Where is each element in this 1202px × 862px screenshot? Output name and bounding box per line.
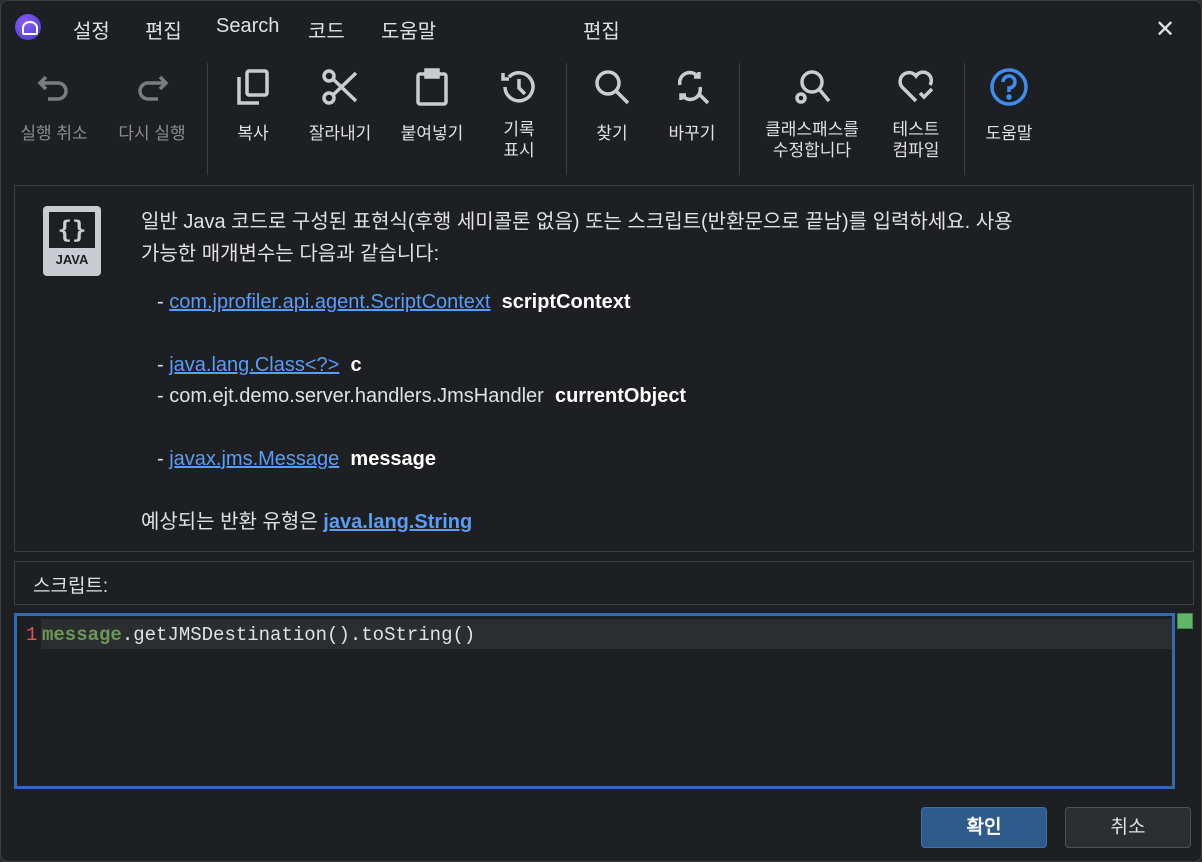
toolbar-separator [739,63,740,175]
ok-button[interactable]: 확인 [921,807,1047,848]
cut-button[interactable]: 잘라내기 [290,63,390,144]
help-button[interactable]: 도움말 [959,63,1059,144]
code-line[interactable]: message.getJMSDestination().toString() [42,624,475,646]
script-editor[interactable]: 1 message.getJMSDestination().toString() [14,613,1175,789]
paste-button[interactable]: 붙여넣기 [382,63,482,144]
redo-icon [138,75,169,101]
param-row: - java.lang.Class<?> c [157,354,362,376]
app-logo-icon [15,14,41,40]
edit-dialog: 설정 편집 Search 코드 도움말 편집 ✕ 실행 취소 다시 실행 복사 … [0,0,1202,862]
clipboard-icon [416,68,448,106]
redo-label: 다시 실행 [118,124,186,143]
param-type-link[interactable]: java.lang.Class<?> [169,354,339,376]
replace-icon [677,70,710,105]
scissors-icon [322,69,358,105]
menu-edit[interactable]: 편집 [145,15,182,44]
return-type-link[interactable]: java.lang.String [323,511,472,533]
intro-text-2: 가능한 매개변수는 다음과 같습니다: [141,243,440,265]
heart-check-icon [898,70,934,103]
menu-search[interactable]: Search [216,15,279,38]
menu-settings[interactable]: 설정 [73,15,110,44]
param-row: - javax.jms.Message message [157,448,437,470]
redo-button[interactable]: 다시 실행 [102,63,202,144]
cut-label: 잘라내기 [308,124,372,143]
copy-button[interactable]: 복사 [203,63,303,144]
history-label-1: 기록 [503,120,535,139]
replace-button[interactable]: 바꾸기 [642,63,742,144]
close-icon[interactable]: ✕ [1155,15,1175,44]
undo-button[interactable]: 실행 취소 [4,63,104,144]
script-label: 스크립트: [33,576,109,597]
classpath-label-1: 클래스패스를 [765,120,859,139]
history-button[interactable]: 기록표시 [469,63,569,161]
help-icon [990,68,1028,106]
help-label: 도움말 [985,124,1033,143]
compile-label-2: 컴파일 [892,141,940,160]
menu-code[interactable]: 코드 [308,15,345,44]
intro-text-1: 일반 Java 코드로 구성된 표현식(후행 세미콜론 없음) 또는 스크립트(… [141,211,1013,233]
copy-label: 복사 [237,124,269,143]
replace-label: 바꾸기 [668,124,716,143]
edit-classpath-button[interactable]: 클래스패스를수정합니다 [747,63,877,161]
compile-label-1: 테스트 [892,120,940,139]
history-label-2: 표시 [503,141,535,160]
description-panel: {} JAVA 일반 Java 코드로 구성된 표현식(후행 세미콜론 없음) 또… [14,185,1194,552]
window-title: 편집 [583,21,620,43]
return-type-text: 예상되는 반환 유형은 java.lang.String [141,511,473,533]
undo-label: 실행 취소 [20,124,88,143]
test-compile-button[interactable]: 테스트컴파일 [866,63,966,161]
java-file-icon: {} JAVA [43,206,101,276]
search-icon [595,70,630,105]
status-ok-marker-icon [1177,613,1193,629]
history-icon [501,71,535,103]
classpath-label-2: 수정합니다 [772,141,852,160]
undo-icon [37,75,68,101]
classpath-search-gear-icon [795,70,831,104]
script-label-panel: 스크립트: [14,561,1194,605]
menu-help[interactable]: 도움말 [381,15,436,44]
line-number: 1 [26,624,38,646]
param-type-link[interactable]: javax.jms.Message [169,448,339,470]
paste-label: 붙여넣기 [400,124,464,143]
param-row: - com.jprofiler.api.agent.ScriptContext … [157,291,631,313]
copy-icon [237,69,269,105]
cancel-button[interactable]: 취소 [1065,807,1191,848]
title-bar: 설정 편집 Search 코드 도움말 편집 ✕ [1,1,1201,53]
param-row: - com.ejt.demo.server.handlers.JmsHandle… [157,385,687,407]
param-type-link[interactable]: com.jprofiler.api.agent.ScriptContext [169,291,490,313]
